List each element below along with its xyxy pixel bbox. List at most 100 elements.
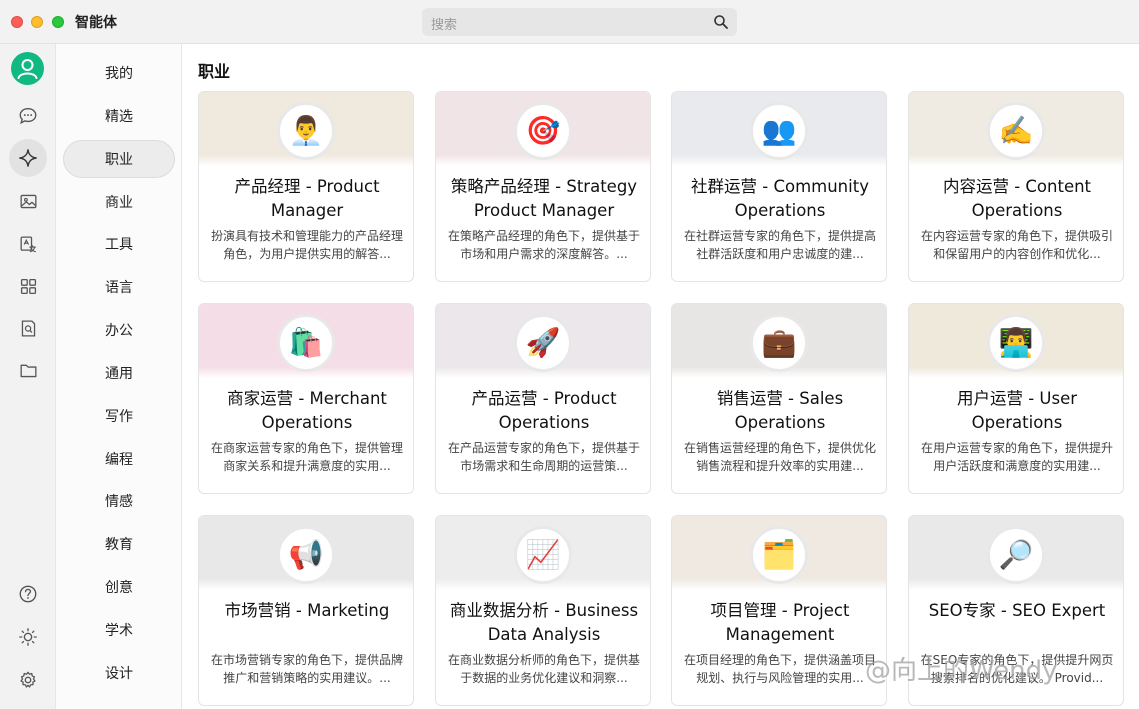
help-icon[interactable] [17,583,39,605]
category-item-active[interactable]: 职业 [63,140,175,178]
card-title: 项目管理 - Project Management [710,601,850,644]
agent-card[interactable]: 👨‍💼 产品经理 - Product Manager 扮演具有技术和管理能力的产品经… [198,91,414,282]
agent-emoji-icon: 🛍️ [277,314,335,372]
avatar-icon[interactable] [11,52,44,85]
category-label: 精选 [105,109,133,125]
category-label: 设计 [105,666,133,682]
title-bar: 智能体 搜索 [0,0,1139,44]
category-label: 职业 [105,152,133,168]
agent-card[interactable]: 🚀 产品运营 - Product Operations 在产品运营专家的角色下，提供… [435,303,651,494]
minimize-window-button[interactable] [31,16,43,28]
agent-emoji-icon: 🔎 [987,526,1045,584]
grid-icon[interactable] [17,275,39,297]
card-description: 在市场营销专家的角色下，提供品牌推广和营销策略的实用建议。... [210,653,403,685]
agent-card[interactable]: 💼 销售运营 - Sales Operations 在销售运营经理的角色下，提供优化… [671,303,887,494]
zoom-window-button[interactable] [52,16,64,28]
agent-emoji-icon: ✍️ [987,102,1045,160]
agent-card[interactable]: 🎯 策略产品经理 - Strategy Product Manager 在策略产品经… [435,91,651,282]
card-title: 产品运营 - Product Operations [471,389,617,432]
card-title: 策略产品经理 - Strategy Product Manager [450,177,638,220]
gear-icon[interactable] [17,669,39,691]
search-icon[interactable] [713,14,729,30]
search-input[interactable]: 搜索 [422,8,737,36]
agent-emoji-icon: 👥 [750,102,808,160]
category-label: 创意 [105,580,133,596]
category-label: 通用 [105,366,133,382]
category-item[interactable]: 情感 [63,482,175,520]
agent-card[interactable]: 📈 商业数据分析 - Business Data Analysis 在商业数据分析师… [435,515,651,706]
category-label: 教育 [105,537,133,553]
card-description: 在用户运营专家的角色下，提供提升用户活跃度和满意度的实用建... [920,441,1113,473]
main-content: 职业 👨‍💼 产品经理 - Product Manager 扮演具有技术和管理能力的… [182,44,1139,709]
card-description: 在社群运营专家的角色下，提供提高社群活跃度和用户忠诚度的建... [683,229,876,261]
card-title: 商家运营 - Merchant Operations [227,389,387,432]
card-description: 在项目经理的角色下，提供涵盖项目规划、执行与风险管理的实用... [683,653,876,685]
search-placeholder: 搜索 [431,18,458,33]
agent-emoji-icon: 👨‍💻 [987,314,1045,372]
category-item[interactable]: 教育 [63,525,175,563]
agent-emoji-icon: 💼 [750,314,808,372]
agent-card[interactable]: 👨‍💻 用户运营 - User Operations 在用户运营专家的角色下，提供提… [908,303,1124,494]
agent-emoji-icon: 🎯 [514,102,572,160]
agent-emoji-icon: 🚀 [514,314,572,372]
sun-icon[interactable] [17,626,39,648]
image-icon[interactable] [17,190,39,212]
agent-emoji-icon: 🗂️ [750,526,808,584]
folder-icon[interactable] [17,359,39,381]
category-label: 语言 [105,280,133,296]
card-title: 市场营销 - Marketing [224,601,390,620]
category-item[interactable]: 写作 [63,397,175,435]
translate-icon[interactable] [17,233,39,255]
card-title: 内容运营 - Content Operations [942,177,1092,220]
agent-emoji-icon: 📈 [514,526,572,584]
card-title: SEO专家 - SEO Expert [928,601,1106,620]
sparkle-icon[interactable] [9,139,47,177]
category-item[interactable]: 办公 [63,311,175,349]
agent-card[interactable]: 📢 市场营销 - Marketing 在市场营销专家的角色下，提供品牌推广和营销策略… [198,515,414,706]
category-label: 学术 [105,623,133,639]
agent-card[interactable]: 👥 社群运营 - Community Operations 在社群运营专家的角色下，… [671,91,887,282]
card-title: 产品经理 - Product Manager [234,177,380,220]
category-item[interactable]: 工具 [63,225,175,263]
card-description: 在产品运营专家的角色下，提供基于市场需求和生命周期的运营策... [447,441,640,473]
agent-card[interactable]: ✍️ 内容运营 - Content Operations 在内容运营专家的角色下，提… [908,91,1124,282]
category-sidebar: 我的 精选 职业 商业 工具 语言 办公 通用 写作 编程 情感 教育 创意 学… [55,44,182,709]
category-label: 我的 [105,66,133,82]
category-item[interactable]: 语言 [63,268,175,306]
category-label: 商业 [105,195,133,211]
agent-card[interactable]: 🔎 SEO专家 - SEO Expert 在SEO专家的角色下，提供提升网页搜索排名… [908,515,1124,706]
card-title: 用户运营 - User Operations [956,389,1078,432]
chat-icon[interactable] [17,105,39,127]
card-description: 在SEO专家的角色下，提供提升网页搜索排名的优化建议。 Provid... [920,653,1114,685]
category-label: 办公 [105,323,133,339]
category-item[interactable]: 我的 [63,54,175,92]
card-title: 社群运营 - Community Operations [691,177,869,220]
category-item[interactable]: 创意 [63,568,175,606]
icon-rail [0,44,55,709]
category-item[interactable]: 商业 [63,183,175,221]
agent-card[interactable]: 🛍️ 商家运营 - Merchant Operations 在商家运营专家的角色下，… [198,303,414,494]
agent-emoji-icon: 👨‍💼 [277,102,335,160]
category-label: 情感 [105,494,133,510]
card-description: 在内容运营专家的角色下，提供吸引和保留用户的内容创作和优化... [920,229,1113,261]
card-description: 扮演具有技术和管理能力的产品经理角色，为用户提供实用的解答... [210,229,403,261]
card-title: 销售运营 - Sales Operations [716,389,844,432]
close-window-button[interactable] [11,16,23,28]
category-item[interactable]: 学术 [63,611,175,649]
category-item[interactable]: 通用 [63,354,175,392]
category-label: 写作 [105,409,133,425]
card-description: 在商家运营专家的角色下，提供管理商家关系和提升满意度的实用... [210,441,403,473]
category-label: 工具 [105,237,133,253]
agent-emoji-icon: 📢 [277,526,335,584]
search-doc-icon[interactable] [17,317,39,339]
category-item[interactable]: 编程 [63,440,175,478]
category-item[interactable]: 精选 [63,97,175,135]
category-item[interactable]: 设计 [63,654,175,692]
section-title: 职业 [198,62,231,81]
card-description: 在销售运营经理的角色下，提供优化销售流程和提升效率的实用建... [683,441,876,473]
card-description: 在策略产品经理的角色下，提供基于市场和用户需求的深度解答。... [447,229,640,261]
agent-card[interactable]: 🗂️ 项目管理 - Project Management 在项目经理的角色下，提供涵… [671,515,887,706]
card-title: 商业数据分析 - Business Data Analysis [449,601,639,644]
card-description: 在商业数据分析师的角色下，提供基于数据的业务优化建议和洞察... [447,653,640,685]
app-title: 智能体 [75,15,117,31]
